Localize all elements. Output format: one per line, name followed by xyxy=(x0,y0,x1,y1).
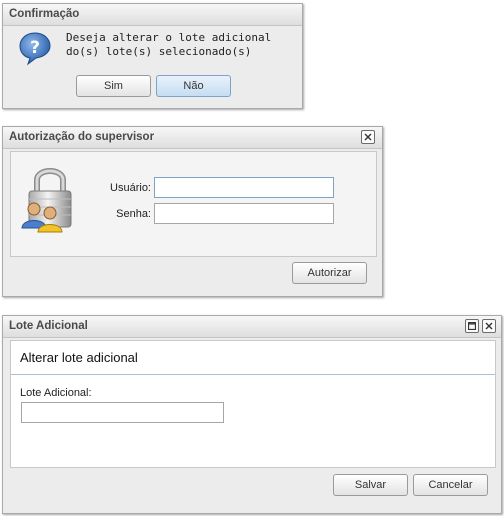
svg-text:?: ? xyxy=(30,38,40,58)
lock-users-icon xyxy=(20,162,80,234)
close-icon xyxy=(364,133,372,141)
lote-maximize-button[interactable] xyxy=(465,319,479,333)
confirm-message: Deseja alterar o lote adicional do(s) lo… xyxy=(66,31,272,58)
auth-title: Autorização do supervisor xyxy=(9,131,155,143)
close-icon xyxy=(485,322,493,330)
auth-close-button[interactable] xyxy=(361,130,375,144)
confirm-titlebar[interactable]: Confirmação xyxy=(3,4,302,26)
yes-button[interactable]: Sim xyxy=(76,75,151,97)
question-icon: ? xyxy=(17,30,53,66)
cancel-button[interactable]: Cancelar xyxy=(413,474,488,496)
user-input[interactable] xyxy=(154,177,334,198)
lote-divider xyxy=(11,374,495,375)
password-input[interactable] xyxy=(154,203,334,224)
lote-dialog: Lote Adicional Alterar lote adicional Lo… xyxy=(2,315,502,514)
password-label: Senha: xyxy=(116,208,151,220)
lote-field-label: Lote Adicional: xyxy=(20,387,92,399)
maximize-icon xyxy=(468,322,476,330)
lote-close-button[interactable] xyxy=(482,319,496,333)
lote-panel: Alterar lote adicional Lote Adicional: xyxy=(10,340,496,468)
lote-title: Lote Adicional xyxy=(9,320,88,332)
save-button[interactable]: Salvar xyxy=(333,474,408,496)
confirm-title: Confirmação xyxy=(9,8,80,20)
no-button[interactable]: Não xyxy=(156,75,231,97)
lote-titlebar[interactable]: Lote Adicional xyxy=(3,316,501,338)
user-label: Usuário: xyxy=(110,182,151,194)
auth-titlebar[interactable]: Autorização do supervisor xyxy=(3,127,382,149)
auth-dialog: Autorização do supervisor Usuário: Senha… xyxy=(2,126,383,297)
lote-heading: Alterar lote adicional xyxy=(20,350,138,365)
confirm-dialog: Confirmação ? Deseja alterar o lote adic… xyxy=(2,3,303,109)
authorize-button[interactable]: Autorizar xyxy=(292,262,367,284)
lote-field-input[interactable] xyxy=(21,402,224,423)
